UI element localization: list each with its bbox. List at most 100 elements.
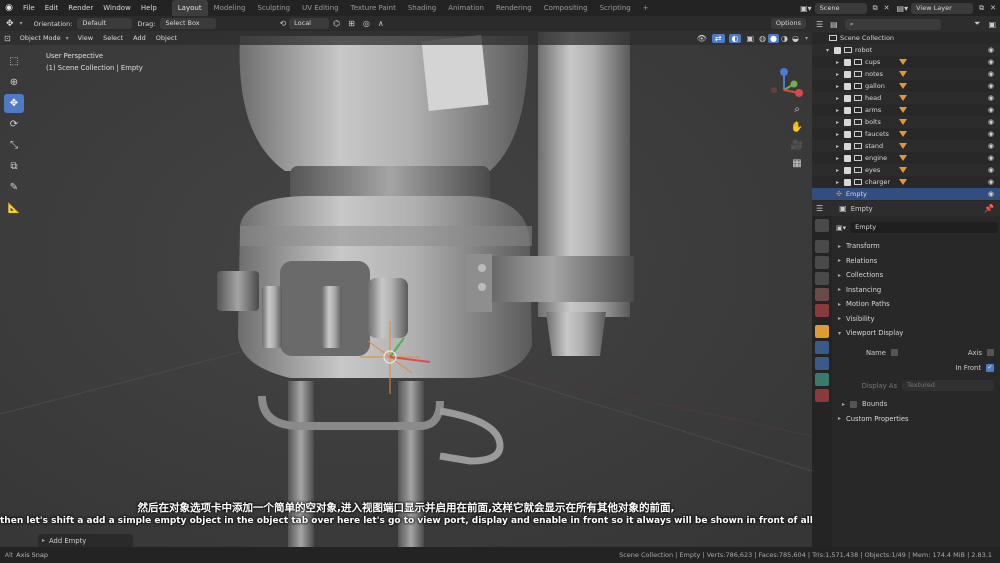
menu-help[interactable]: Help — [136, 0, 162, 16]
outliner-row-cups[interactable]: ▸ cups ◉ — [812, 56, 1000, 68]
blender-logo-icon[interactable]: ◉ — [0, 3, 18, 13]
menu-render[interactable]: Render — [63, 0, 98, 16]
scene-close-icon[interactable]: ✕ — [880, 4, 894, 12]
visibility-eye-icon[interactable]: ◉ — [988, 46, 994, 54]
panel-custom-properties[interactable]: ▸ Custom Properties — [832, 412, 998, 427]
view-layer-close-icon[interactable]: ✕ — [986, 4, 1000, 12]
outliner-row-engine[interactable]: ▸ engine ◉ — [812, 152, 1000, 164]
visibility-eye-icon[interactable]: ◉ — [988, 166, 994, 174]
workspace-tab-texture-paint[interactable]: Texture Paint — [345, 0, 402, 16]
expand-arrow-icon[interactable]: ▸ — [836, 131, 844, 138]
visibility-eye-icon[interactable]: ◉ — [988, 142, 994, 150]
add-workspace-button[interactable]: + — [637, 0, 655, 16]
expand-arrow-icon[interactable]: ▸ — [836, 71, 844, 78]
workspace-tab-sculpting[interactable]: Sculpting — [251, 0, 296, 16]
zoom-icon[interactable]: ⌕ — [788, 100, 806, 118]
select-box-tool-icon[interactable]: ⬚ — [4, 52, 24, 71]
panel-visibility[interactable]: ▸ Visibility — [832, 312, 998, 327]
name-checkbox[interactable] — [891, 349, 898, 356]
bounds-row[interactable]: ▸ Bounds — [832, 397, 998, 412]
expand-arrow-icon[interactable]: ▸ — [836, 119, 844, 126]
expand-arrow-icon[interactable]: ▸ — [836, 179, 844, 186]
snap-icon[interactable]: ⌬ — [329, 19, 344, 28]
expand-arrow-icon[interactable]: ▸ — [836, 59, 844, 66]
workspace-tab-modeling[interactable]: Modeling — [208, 0, 252, 16]
rotate-tool-icon[interactable]: ⟳ — [4, 115, 24, 134]
falloff-icon[interactable]: ∧ — [374, 19, 388, 28]
scene-tab-icon[interactable] — [815, 288, 829, 301]
bounds-checkbox[interactable] — [850, 400, 857, 408]
panel-instancing[interactable]: ▸ Instancing — [832, 283, 998, 298]
expand-arrow-icon[interactable]: ▸ — [836, 167, 844, 174]
exclude-checkbox[interactable] — [844, 82, 851, 90]
view-layer-tab-icon[interactable] — [815, 272, 829, 285]
workspace-tab-compositing[interactable]: Compositing — [538, 0, 594, 16]
workspace-tab-scripting[interactable]: Scripting — [594, 0, 637, 16]
output-tab-icon[interactable] — [815, 256, 829, 269]
exclude-checkbox[interactable] — [844, 58, 851, 66]
object-tab-icon[interactable] — [815, 325, 829, 338]
outliner-row-empty[interactable]: ✣ Empty ◉ — [812, 188, 1000, 200]
exclude-checkbox[interactable] — [844, 154, 851, 162]
outliner-row-faucets[interactable]: ▸ faucets ◉ — [812, 128, 1000, 140]
visibility-eye-icon[interactable]: ◉ — [988, 130, 994, 138]
annotate-tool-icon[interactable]: ✎ — [4, 178, 24, 197]
viewport-menu-select[interactable]: Select — [98, 34, 128, 42]
workspace-tab-uv-editing[interactable]: UV Editing — [296, 0, 345, 16]
visibility-eye-icon[interactable]: ◉ — [988, 178, 994, 186]
snap-target-icon[interactable]: ⊞ — [344, 19, 359, 28]
xray-toggle-icon[interactable]: ▣ — [743, 34, 757, 43]
workspace-tab-shading[interactable]: Shading — [402, 0, 442, 16]
exclude-checkbox[interactable] — [844, 118, 851, 126]
visibility-eye-icon[interactable]: ◉ — [988, 58, 994, 66]
view-layer-field[interactable]: View Layer — [911, 2, 974, 14]
visibility-eye-icon[interactable]: ◉ — [988, 118, 994, 126]
outliner-row-charger[interactable]: ▸ charger ◉ — [812, 176, 1000, 188]
expand-arrow-icon[interactable]: ▸ — [836, 107, 844, 114]
outliner-row-scene-collection[interactable]: Scene Collection — [812, 32, 1000, 44]
outliner-row-head[interactable]: ▸ head ◉ — [812, 92, 1000, 104]
outliner-row-gallon[interactable]: ▸ gallon ◉ — [812, 80, 1000, 92]
active-tool-icon[interactable]: ✥ — [0, 19, 20, 29]
navigation-gizmo[interactable] — [762, 60, 806, 104]
workspace-tab-layout[interactable]: Layout — [171, 0, 208, 16]
panel-relations[interactable]: ▸ Relations — [832, 254, 998, 269]
move-tool-icon[interactable]: ✥ — [4, 94, 24, 113]
scale-tool-icon[interactable]: ⤡ — [4, 136, 24, 155]
tool-tab-icon[interactable] — [815, 219, 829, 232]
constraints-tab-icon[interactable] — [815, 357, 829, 370]
new-collection-icon[interactable]: ▣ — [984, 20, 1000, 29]
outliner-row-bolts[interactable]: ▸ bolts ◉ — [812, 116, 1000, 128]
pivot-dropdown[interactable]: Local — [289, 18, 330, 29]
viewport-menu-view[interactable]: View — [73, 34, 98, 42]
drag-dropdown[interactable]: Select Box — [160, 18, 217, 29]
visibility-filter-icon[interactable]: 👁 — [694, 34, 710, 43]
shading-options-icon[interactable]: ▾ — [801, 35, 812, 42]
exclude-checkbox[interactable] — [844, 106, 851, 114]
physics-tab-icon[interactable] — [815, 341, 829, 354]
gizmo-toggle-icon[interactable]: ⇄ — [711, 33, 725, 43]
outliner-row-stand[interactable]: ▸ stand ◉ — [812, 140, 1000, 152]
transform-tool-icon[interactable]: ⧉ — [4, 157, 24, 176]
visibility-eye-icon[interactable]: ◉ — [988, 70, 994, 78]
outliner-row-eyes[interactable]: ▸ eyes ◉ — [812, 164, 1000, 176]
world-tab-icon[interactable] — [815, 304, 829, 317]
exclude-checkbox[interactable] — [844, 142, 851, 150]
outliner-row-robot[interactable]: ▾ robot ◉ — [812, 44, 1000, 56]
menu-edit[interactable]: Edit — [40, 0, 64, 16]
expand-arrow-icon[interactable]: ▸ — [836, 83, 844, 90]
expand-arrow-icon[interactable]: ▾ — [826, 47, 834, 54]
exclude-checkbox[interactable] — [834, 46, 841, 54]
view-layer-copy-icon[interactable]: ⧉ — [977, 4, 986, 13]
object-mode-dropdown[interactable]: Object Mode — [15, 34, 66, 42]
shading-wireframe-icon[interactable]: ◍ — [757, 34, 768, 43]
shading-rendered-icon[interactable]: ◒ — [790, 34, 801, 43]
camera-view-icon[interactable]: 🎥 — [788, 136, 806, 154]
scene-selector-icon[interactable]: ▣▾ — [797, 4, 815, 13]
menu-window[interactable]: Window — [98, 0, 136, 16]
scene-name-field[interactable]: Scene — [814, 2, 867, 14]
last-operator-panel[interactable]: ▸ Add Empty — [38, 534, 133, 547]
orientation-dropdown[interactable]: Default — [77, 18, 133, 29]
cursor-tool-icon[interactable]: ⊕ — [4, 73, 24, 92]
visibility-eye-icon[interactable]: ◉ — [988, 106, 994, 114]
